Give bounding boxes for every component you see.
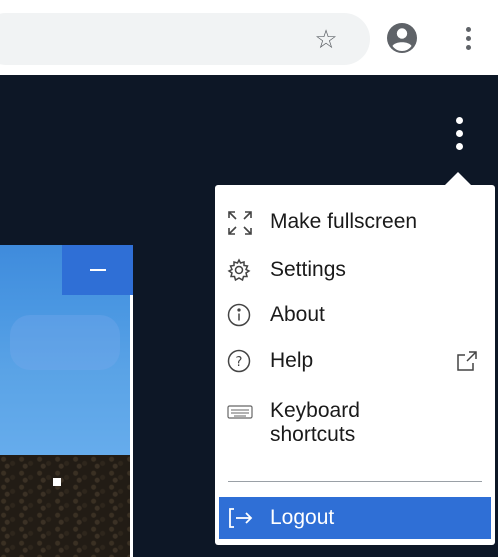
info-icon [227,303,251,327]
logout-label: Logout [270,506,335,529]
logout-icon [227,506,253,530]
gear-icon [227,258,251,282]
menu-item-keyboard-shortcuts[interactable]: Keyboard shortcuts [215,399,495,453]
fullscreen-icon [227,210,252,235]
menu-divider [228,481,482,482]
account-icon[interactable] [384,20,420,56]
menu-caret [444,172,472,186]
menu-item-label: About [270,303,325,326]
browser-menu-icon[interactable] [460,20,480,56]
keyboard-shortcuts-label-line1: Keyboard [270,399,360,422]
bookmark-star-icon[interactable]: ☆ [306,21,346,57]
external-link-icon [455,349,479,373]
video-ground [0,455,133,557]
menu-item-label: Make fullscreen [270,210,418,233]
minimize-button[interactable] [62,245,133,295]
help-icon: ? [227,349,251,373]
menu-item-settings[interactable]: Settings [215,258,495,286]
browser-toolbar: ☆ [0,0,498,75]
app-dropdown-menu: Make fullscreen Settings About ? Help Ke… [215,185,495,545]
menu-item-about[interactable]: About [215,303,495,331]
menu-item-fullscreen[interactable]: Make fullscreen [215,210,495,238]
minimize-icon [90,269,106,271]
video-marker [53,478,61,486]
menu-item-help[interactable]: ? Help [215,349,495,377]
video-cloud [10,315,120,370]
keyboard-icon [227,403,253,427]
svg-text:?: ? [236,355,243,370]
menu-item-label: Help [270,349,314,372]
video-preview [0,245,133,557]
menu-item-label: Settings [270,258,346,281]
keyboard-shortcuts-label: Keyboard shortcuts [270,399,360,447]
keyboard-shortcuts-label-line2: shortcuts [270,423,356,446]
logout-button[interactable]: Logout [219,497,491,539]
app-menu-icon[interactable] [448,115,472,155]
